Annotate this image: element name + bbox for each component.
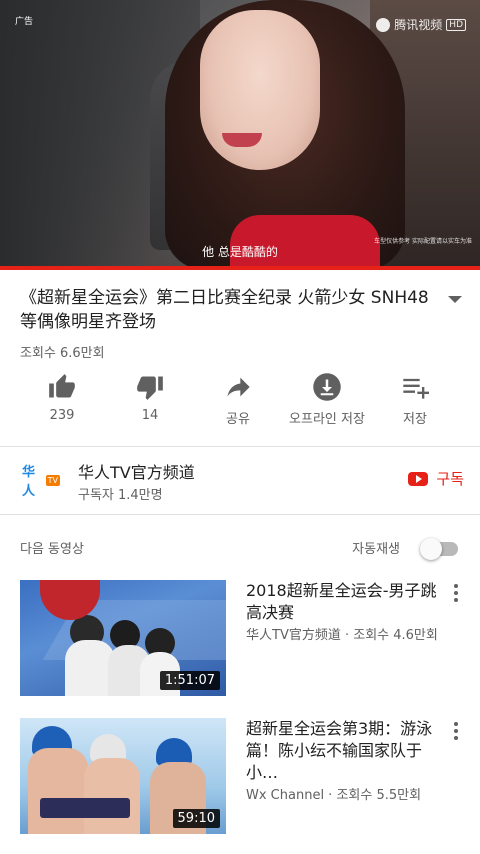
video-thumbnail[interactable]: 59:10	[20, 718, 226, 834]
video-subtitle: 他 总是酷酷的	[202, 245, 278, 259]
up-next-label: 다음 동영상	[20, 542, 84, 557]
save-to-playlist-button[interactable]: 저장	[365, 372, 465, 427]
action-bar: 239 14 공유 오프라인 저장 저장	[0, 372, 480, 432]
download-icon	[277, 372, 377, 402]
more-options-icon[interactable]	[454, 584, 458, 602]
share-button[interactable]: 공유	[188, 372, 288, 427]
thumbs-up-icon	[12, 372, 112, 402]
video-item-title[interactable]: 超新星全运会第3期：游泳篇！陈小纭不输国家队于小…	[246, 718, 442, 784]
video-player[interactable]: 广告 腾讯视频 HD 车型仅供参考 实际配置请以实车为准 他 总是酷酷的	[0, 0, 480, 270]
divider	[0, 446, 480, 447]
share-label: 공유	[226, 412, 250, 427]
tencent-video-watermark: 腾讯视频 HD	[376, 16, 466, 33]
playlist-add-icon	[365, 372, 465, 402]
tencent-logo-icon	[376, 17, 391, 32]
video-duration: 1:51:07	[159, 671, 220, 690]
video-item-meta: 华人TV官方频道 · 조회수 4.6만회	[246, 628, 438, 643]
video-title: 《超新星全运会》第二日比赛全纪录 火箭少女 SNH48 等偶像明星齐登场	[20, 288, 429, 332]
watermark-text: 腾讯视频	[394, 18, 443, 32]
channel-logo-text: 华人	[22, 465, 36, 499]
thumbnail-caption-bar	[40, 798, 130, 818]
channel-avatar[interactable]: 华人 TV	[22, 465, 60, 499]
video-item-title[interactable]: 2018超新星全运会-男子跳高决赛	[246, 580, 442, 624]
thumbnail-person	[28, 748, 88, 834]
channel-logo-badge: TV	[45, 474, 60, 486]
thumbs-down-icon	[100, 372, 200, 402]
video-person-face	[200, 10, 320, 170]
video-item-meta: Wx Channel · 조회수 5.5만회	[246, 788, 422, 803]
channel-name[interactable]: 华人TV官方频道	[78, 459, 195, 483]
more-options-icon[interactable]	[454, 722, 458, 740]
video-title-row[interactable]: 《超新星全运会》第二日比赛全纪录 火箭少女 SNH48 等偶像明星齐登场	[20, 286, 462, 334]
share-icon	[188, 372, 288, 402]
save-label: 저장	[403, 412, 427, 427]
toggle-knob	[420, 538, 442, 560]
dislike-button[interactable]: 14	[100, 372, 200, 423]
view-count: 조회수 6.6만회	[20, 346, 105, 361]
offline-save-label: 오프라인 저장	[289, 412, 365, 427]
subscriber-count: 구독자 1.4만명	[78, 488, 163, 503]
video-duration: 59:10	[172, 809, 220, 828]
like-button[interactable]: 239	[12, 372, 112, 423]
like-count: 239	[49, 408, 75, 423]
subscribe-label: 구독	[436, 470, 464, 488]
autoplay-label: 자동재생	[352, 542, 400, 557]
subscribe-button[interactable]: 구독	[408, 468, 464, 489]
video-thumbnail[interactable]: 1:51:07	[20, 580, 226, 696]
dislike-count: 14	[141, 408, 159, 423]
thumbnail-person	[84, 758, 140, 834]
offline-save-button[interactable]: 오프라인 저장	[277, 372, 377, 427]
autoplay-toggle[interactable]	[420, 538, 460, 560]
video-progress-bar[interactable]	[0, 266, 480, 270]
youtube-logo-icon	[408, 471, 429, 486]
list-item[interactable]: 59:10 超新星全运会第3期：游泳篇！陈小纭不输国家队于小… Wx Chann…	[0, 718, 480, 838]
list-item[interactable]: 1:51:07 2018超新星全运会-男子跳高决赛 华人TV官方频道 · 조회수…	[0, 580, 480, 700]
expand-description-icon[interactable]	[448, 296, 462, 303]
divider	[0, 514, 480, 515]
watermark-badge: HD	[446, 18, 466, 31]
ad-label: 广告	[15, 17, 34, 27]
